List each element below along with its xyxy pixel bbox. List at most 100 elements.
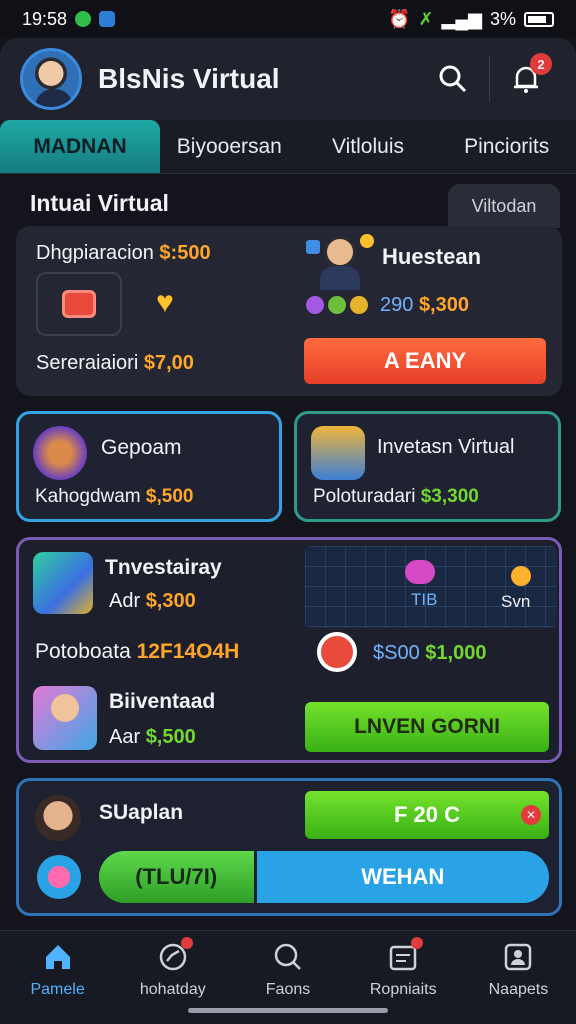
status-bar: 19:58 ⏰ ✗ ▂▄▆ 3% [0,0,576,38]
nav-label-naapets: Naapets [488,981,549,998]
chart-label-b: Svn [501,592,531,611]
nav-item-naapets[interactable]: Naapets [461,931,576,1024]
main-row2: Sereraiaiori $7,00 [36,352,194,375]
middle-value: 12F14O4H [136,640,240,663]
tab-pinciorits[interactable]: Pinciorits [437,120,576,173]
gepoam-title: Gepoam [101,436,182,459]
fruit-icon [511,566,531,586]
nav-label-ropniaits: Ropniaits [369,981,437,998]
progress-bar[interactable]: (TLU/7I) WEHAN [99,851,549,903]
gift-icon [33,426,87,480]
invetasn-card[interactable]: Invetasn Virtual Poloturadari $3,300 [294,411,561,522]
alarm-icon: ⏰ [388,8,411,29]
gepoam-value: $,500 [145,486,194,507]
stat-b: $1,000 [425,642,487,664]
main-row2-value: $7,00 [143,352,194,374]
invest-card: Tnvestairay Adr $,300 Potoboata 12F14O4H… [16,537,562,763]
nav-item-pamele[interactable]: Pamele [0,931,115,1024]
search-button[interactable] [423,49,483,109]
tab-bar: MADNAN Biyooersan Vitloluis Pinciorits [0,120,576,174]
invetasn-value: $3,300 [420,486,479,507]
phone-icon [33,552,93,614]
app-notification-icon [75,11,92,27]
investor-illustration-icon [306,232,376,292]
main-row1: Dhgpiaracion $:500 [36,242,211,265]
wallet-icon [62,290,96,318]
signal-icon: ✗ [418,8,434,29]
telegram-icon [99,11,116,27]
emoji-icon [37,855,81,899]
chart-icon [157,937,193,973]
main-row1-label: Dhgpiaracion [36,242,154,264]
mini-chart-panel: TIB Svn [305,546,557,628]
item1-row: Adr $,300 [109,590,196,613]
tab-vitloluis[interactable]: Vitloluis [299,120,438,173]
middle-row: Potoboata 12F14O4H [35,640,239,664]
main-card: Dhgpiaracion $:500 ♥ Sereraiaiori $7,00 … [16,226,562,396]
battery-icon [524,11,554,27]
avatar[interactable] [20,48,82,110]
shop-icon [311,426,365,480]
status-time: 19:58 [22,8,68,29]
profile-avatar [35,795,81,841]
bottom-card: SUaplan F 20 C ✕ (TLU/7I) WEHAN [16,778,562,916]
item1-label: Adr [109,590,141,612]
bottom-pill-label: F 20 C [393,802,461,827]
middle-label: Potoboata [35,640,131,663]
gepoam-row: Kahogdwam $,500 [35,486,193,508]
main-action-button[interactable]: A EANY [304,338,546,384]
close-icon[interactable]: ✕ [521,805,541,825]
invetasn-row: Poloturadari $3,300 [313,486,479,508]
notification-badge: 2 [530,53,552,75]
invetasn-title: Invetasn Virtual [377,436,515,458]
invetasn-label: Poloturadari [313,486,416,507]
speech-bubble-icon [405,560,435,584]
calendar-icon [387,937,424,973]
item2-label: Aar [109,726,141,748]
wallet-tile[interactable] [36,272,122,336]
gepoam-card[interactable]: Gepoam Kahogdwam $,500 [16,411,282,522]
search-icon [272,941,304,973]
nav-badge [180,937,193,949]
main-right-title: Huestean [382,244,482,269]
invest-action-button[interactable]: LNVEN GORNI [305,702,549,752]
main-right-value-a: 290 [380,294,414,316]
progress-rest-label: WEHAN [361,864,445,889]
battery-percent: 3% [489,8,516,29]
nav-label-hohatday: hohatday [139,981,206,998]
gepoam-label: Kahogdwam [35,486,141,507]
item2-value: $,500 [145,726,196,748]
item1-title: Tnvestairay [105,556,222,579]
person-avatar-icon [33,686,97,750]
bottom-name: SUaplan [99,801,184,824]
profile-icon [502,941,534,973]
tab-madnan[interactable]: MADNAN [0,120,160,173]
item1-value: $,300 [145,590,196,612]
home-indicator [188,1008,388,1013]
main-right-value-b: $,300 [418,294,469,316]
app-title: BlsNis Virtual [98,63,280,94]
heart-icon[interactable]: ♥ [156,286,174,320]
home-icon [42,941,74,973]
header-divider [489,56,490,102]
cellular-icon: ▂▄▆ [441,8,482,29]
item2-title: Biiventaad [109,690,216,713]
main-right-values: 290 $,300 [380,294,469,317]
bottom-pill-button[interactable]: F 20 C [305,791,549,839]
progress-fill: (TLU/7I) [99,851,257,903]
search-icon [439,65,467,93]
main-row2-label: Sereraiaiori [36,352,139,374]
coin-icons [306,296,368,314]
section-tab[interactable]: Viltodan [448,184,560,228]
nav-label-faons: Faons [265,981,311,998]
nav-label-pamele: Pamele [30,981,85,998]
nav-badge [411,937,424,949]
section-title: Intuai Virtual [30,190,169,216]
chart-label-a: TIB [411,590,438,609]
tab-biyooersan[interactable]: Biyooersan [160,120,299,173]
target-icon [317,632,357,672]
notification-button[interactable]: 2 [496,49,556,109]
stats-row: $S00 $1,000 [373,642,486,665]
app-header: BlsNis Virtual 2 [0,38,576,120]
main-row1-value: $:500 [159,242,211,264]
